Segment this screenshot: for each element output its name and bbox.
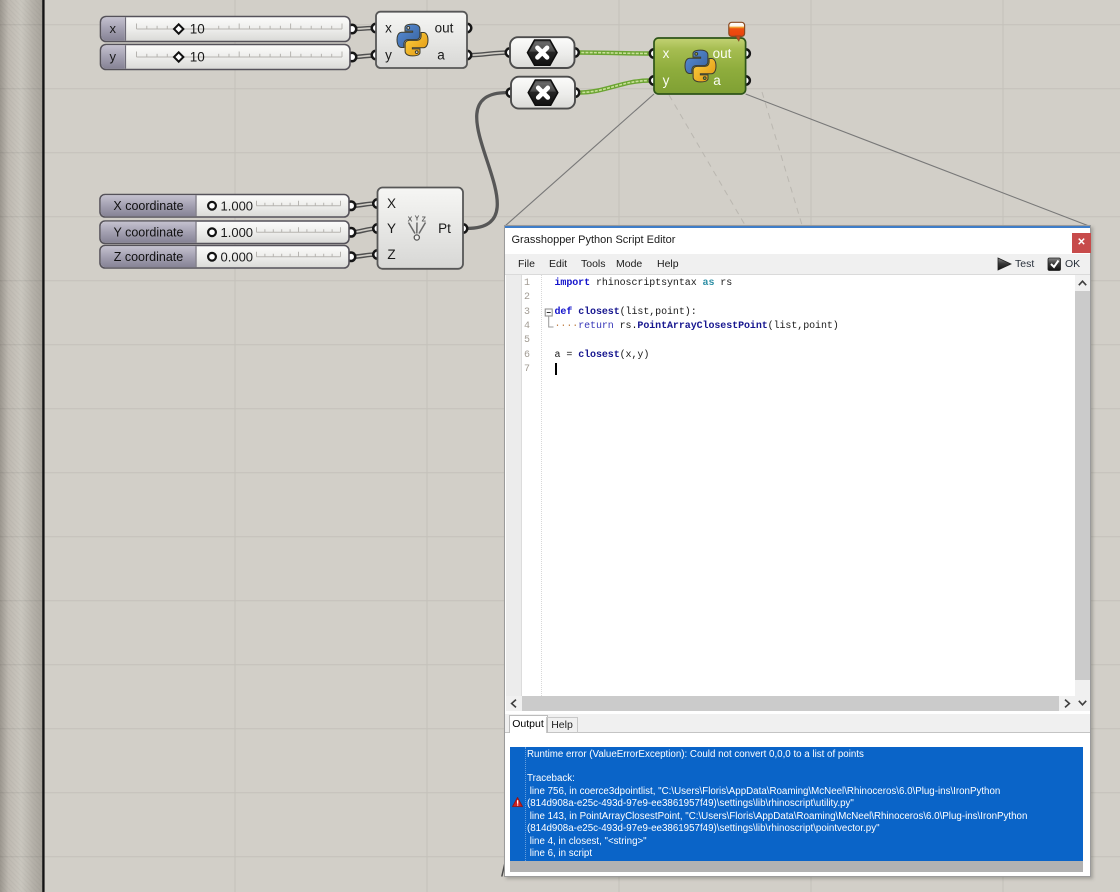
svg-text:Pt: Pt <box>438 221 451 236</box>
svg-text:x: x <box>663 46 670 61</box>
svg-text:x: x <box>385 20 392 35</box>
svg-text:out: out <box>713 46 732 61</box>
svg-text:Z: Z <box>422 217 427 224</box>
svg-text:X: X <box>408 217 413 224</box>
svg-text:1.000: 1.000 <box>221 198 254 213</box>
svg-text:x: x <box>109 21 116 36</box>
svg-text:a: a <box>713 73 721 88</box>
svg-text:10: 10 <box>190 22 205 37</box>
svg-text:y: y <box>109 49 116 64</box>
svg-text:y: y <box>663 73 670 88</box>
svg-text:a: a <box>437 47 445 62</box>
svg-text:Z: Z <box>387 247 395 262</box>
svg-text:0.000: 0.000 <box>221 249 254 264</box>
svg-text:Z coordinate: Z coordinate <box>114 250 184 264</box>
svg-text:10: 10 <box>190 50 205 65</box>
svg-text:Y coordinate: Y coordinate <box>114 226 184 240</box>
svg-text:y: y <box>385 47 392 62</box>
svg-text:out: out <box>435 20 454 35</box>
svg-text:X coordinate: X coordinate <box>113 199 183 213</box>
svg-text:X: X <box>387 196 396 211</box>
svg-text:Y: Y <box>415 216 420 223</box>
svg-text:Y: Y <box>387 221 396 236</box>
svg-text:1.000: 1.000 <box>221 225 254 240</box>
